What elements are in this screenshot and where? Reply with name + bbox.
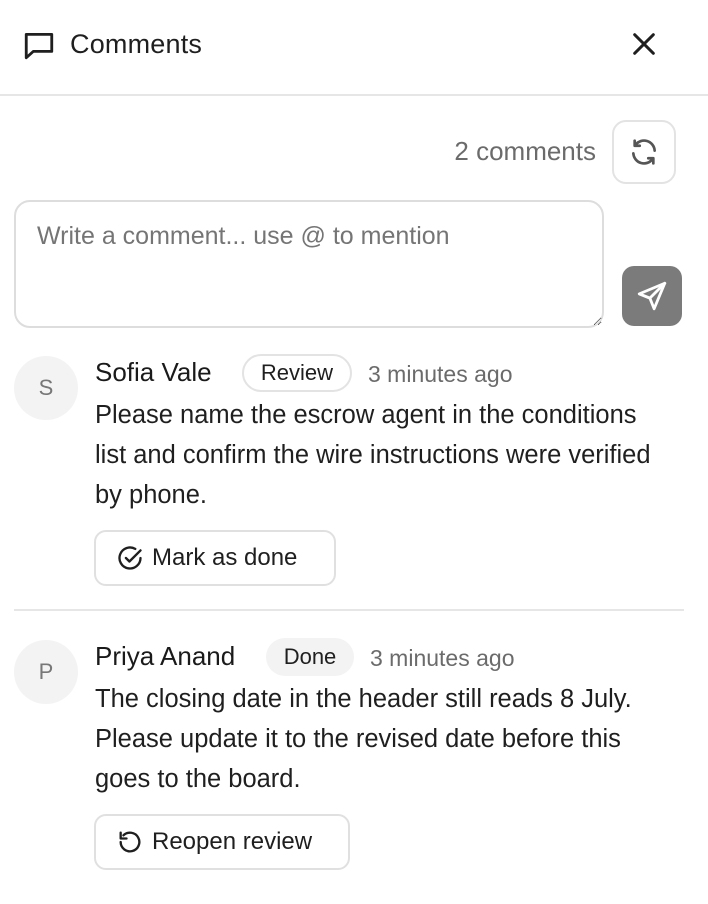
comment-body: The closing date in the header still rea… (95, 685, 632, 793)
refresh-button[interactable] (612, 120, 676, 184)
message-square-icon (24, 32, 54, 60)
comment-count: 2 comments (454, 136, 596, 166)
action-label: Reopen review (152, 828, 313, 855)
status-badge: Done (266, 638, 354, 676)
avatar: P (14, 640, 78, 704)
mark-as-done-button[interactable]: Mark as done (94, 530, 336, 586)
panel-title: Comments (70, 29, 203, 59)
send-icon (637, 281, 667, 311)
close-icon[interactable] (628, 28, 660, 60)
comment-body: Please name the escrow agent in the cond… (95, 401, 651, 509)
action-label: Mark as done (152, 544, 298, 571)
check-circle-icon (118, 546, 142, 570)
comments-header: Comments (0, 0, 708, 96)
comment-input[interactable] (14, 200, 604, 328)
avatar: S (14, 356, 78, 420)
comment-divider (14, 609, 684, 611)
rotate-ccw-icon (119, 831, 141, 853)
comment-author: Priya Anand (95, 641, 236, 671)
comment-author: Sofia Vale (95, 357, 212, 387)
comment-timestamp: 3 minutes ago (368, 361, 513, 387)
comment-timestamp: 3 minutes ago (370, 645, 515, 671)
status-badge: Review (242, 354, 352, 392)
refresh-icon (632, 139, 656, 165)
send-button[interactable] (622, 266, 682, 326)
reopen-review-button[interactable]: Reopen review (94, 814, 350, 870)
